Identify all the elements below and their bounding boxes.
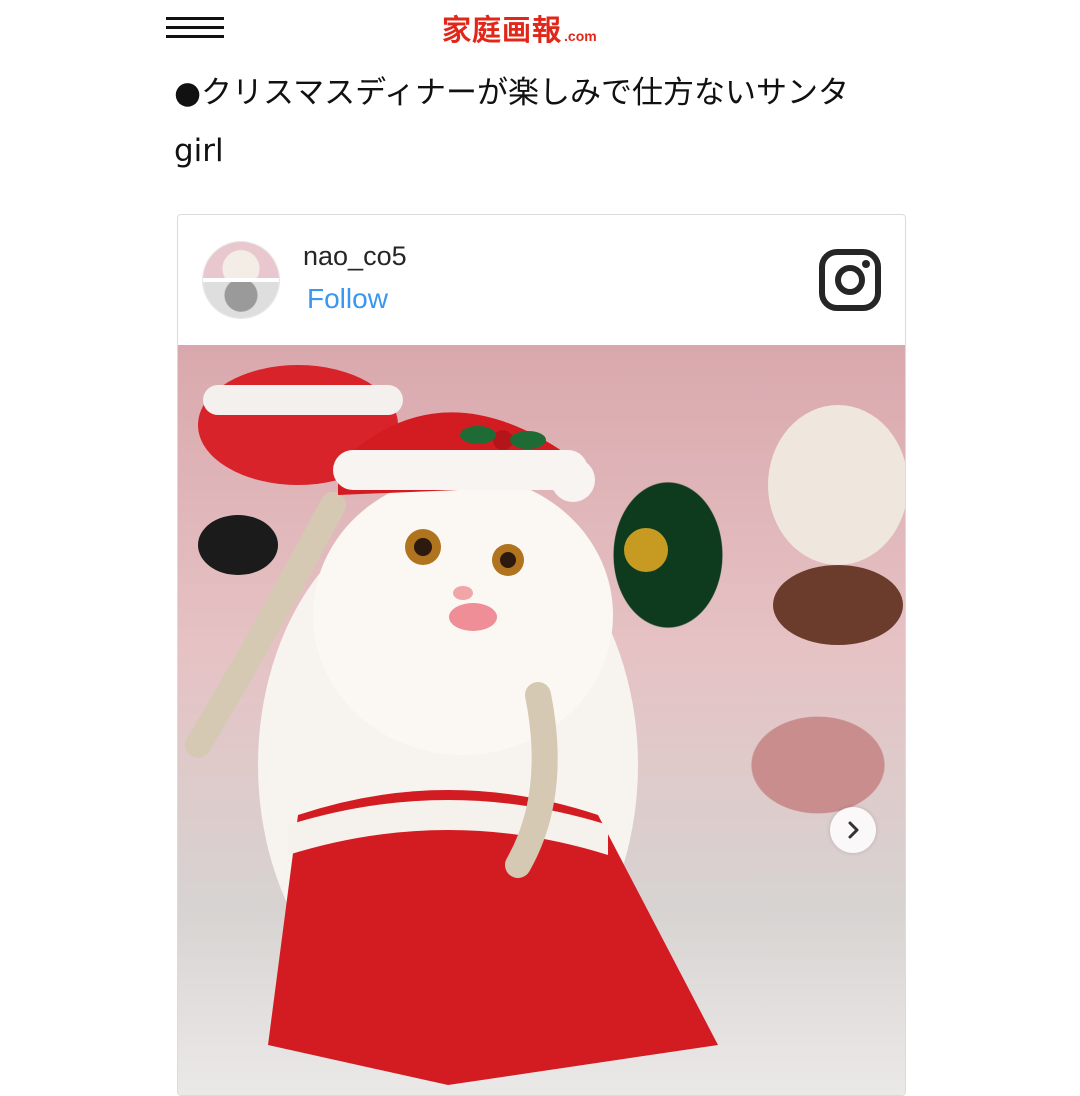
instagram-embed-card: nao_co5 Follow: [177, 214, 906, 1096]
post-photo: [178, 345, 905, 1095]
logo-domain-text: .com: [564, 28, 597, 44]
avatar-image-bottom: [203, 280, 279, 318]
avatar[interactable]: [202, 241, 280, 319]
menu-bar-2: [166, 26, 224, 29]
hamburger-menu-icon[interactable]: [166, 15, 224, 41]
instagram-username[interactable]: nao_co5: [303, 241, 407, 272]
follow-button[interactable]: Follow: [307, 283, 388, 315]
avatar-image-top: [203, 242, 279, 280]
instagram-icon[interactable]: [818, 248, 882, 312]
santa-cat-illustration: [185, 365, 905, 1085]
menu-bar-1: [166, 17, 224, 20]
logo-main-text: 家庭画報: [442, 13, 563, 47]
menu-bar-3: [166, 35, 224, 38]
article-headline: ●クリスマスディナーが楽しみで仕方ないサンタgirl: [174, 75, 849, 169]
chevron-right-icon: [848, 821, 859, 839]
avatar-divider: [203, 278, 279, 282]
site-logo[interactable]: 家庭画報 .com: [442, 10, 597, 46]
next-slide-button[interactable]: [830, 807, 876, 853]
